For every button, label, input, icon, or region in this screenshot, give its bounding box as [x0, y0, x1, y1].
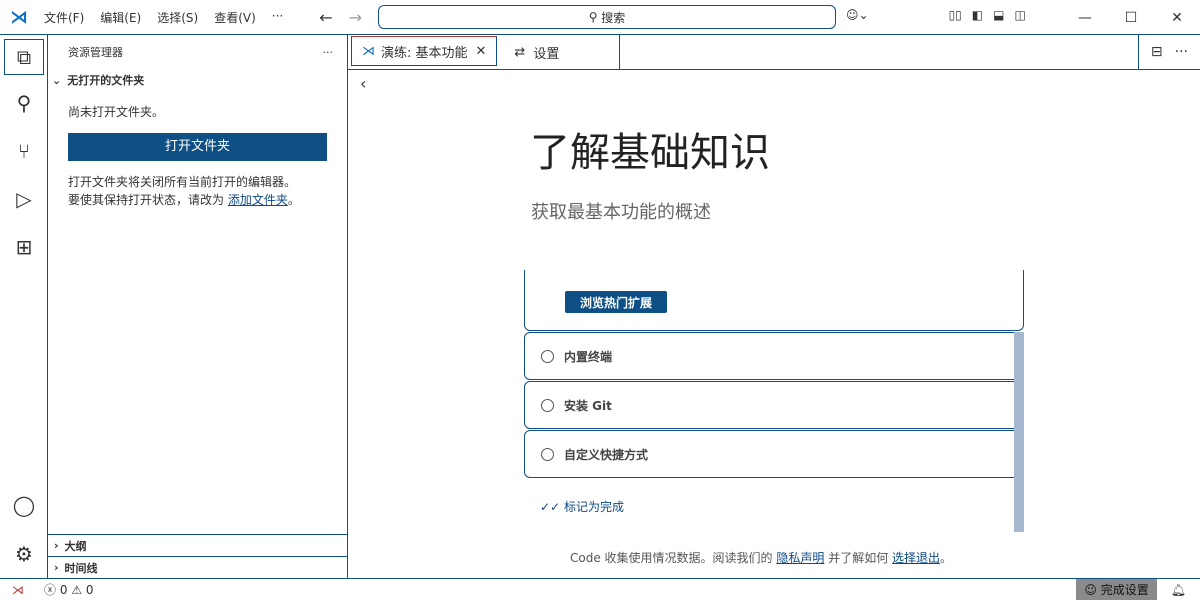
settings-icon: ⇄: [514, 45, 526, 60]
account-icon[interactable]: ◯: [0, 481, 48, 529]
forward-icon[interactable]: →: [349, 8, 362, 27]
chevron-right-icon: ›: [54, 539, 59, 552]
open-folder-button[interactable]: 打开文件夹: [68, 133, 327, 161]
run-debug-icon[interactable]: ▷: [0, 175, 48, 223]
explorer-icon[interactable]: ⧉: [4, 39, 44, 75]
vscode-icon: ⋊: [362, 43, 375, 59]
check-all-icon: ✓✓: [540, 500, 564, 514]
remote-icon[interactable]: ⋊: [0, 583, 36, 597]
copilot-icon: ☺: [1084, 582, 1097, 597]
activity-bar: ⧉ ⚲ ⑂ ▷ ⊞ ◯ ⚙: [0, 35, 48, 578]
settings-gear-icon[interactable]: ⚙: [0, 530, 48, 578]
privacy-link[interactable]: 隐私声明: [776, 551, 824, 565]
no-folder-text: 尚未打开文件夹。: [68, 105, 165, 119]
scrollbar[interactable]: [1014, 332, 1024, 532]
section-outline[interactable]: › 大纲: [48, 534, 347, 556]
warning-icon: ⚠: [71, 583, 83, 597]
menu-bar: 文件(F) 编辑(E) 选择(S) 查看(V) ···: [36, 9, 291, 26]
add-folder-link[interactable]: 添加文件夹: [228, 193, 288, 207]
tab-settings[interactable]: ⇄ 设置: [500, 35, 621, 70]
step-card-extensions: 浏览热门扩展: [524, 270, 1024, 331]
explorer-sidebar: 资源管理器 ··· ⌄ 无打开的文件夹 尚未打开文件夹。 打开文件夹 打开文件夹将关…: [48, 35, 348, 578]
mark-done-link[interactable]: ✓✓ 标记为完成: [540, 498, 624, 515]
split-editor-icon[interactable]: ⊟: [1151, 44, 1163, 60]
step-git[interactable]: 安装 Git: [524, 381, 1024, 429]
toggle-secondary-sidebar-icon[interactable]: ◫: [1014, 8, 1025, 22]
walkthrough-editor: ‹ 了解基础知识 获取最基本功能的概述 浏览热门扩展 内置终端 安装 Git 自…: [348, 70, 1200, 578]
back-chevron-icon[interactable]: ‹: [360, 74, 366, 93]
telemetry-footer: Code 收集使用情况数据。阅读我们的 隐私声明 并了解如何 选择退出。: [570, 551, 953, 565]
menu-selection[interactable]: 选择(S): [149, 9, 206, 26]
menu-more[interactable]: ···: [264, 9, 291, 26]
opt-out-link[interactable]: 选择退出: [892, 551, 940, 565]
complete-setup-button[interactable]: ☺ 完成设置: [1076, 579, 1157, 600]
toggle-panel-icon[interactable]: ⬓: [993, 8, 1004, 22]
copilot-icon[interactable]: ☺⌄: [846, 8, 869, 22]
menu-view[interactable]: 查看(V): [206, 9, 264, 26]
status-bar: ⋊ ⓧ 0 ⚠ 0 ☺ 完成设置 🔔︎: [0, 578, 1200, 600]
section-no-folder[interactable]: ⌄ 无打开的文件夹: [48, 69, 347, 91]
note-text: 打开文件夹将关闭所有当前打开的编辑器。: [68, 175, 297, 189]
close-button[interactable]: ✕: [1154, 0, 1200, 35]
vscode-logo-icon: ⋊: [10, 6, 28, 28]
editor-tabs: ⋊ 演练: 基本功能 ✕ ⇄ 设置 ⊟ ···: [348, 35, 1200, 70]
search-view-icon[interactable]: ⚲: [0, 79, 48, 127]
close-tab-icon[interactable]: ✕: [476, 44, 487, 59]
minimize-button[interactable]: —: [1062, 0, 1108, 35]
source-control-icon[interactable]: ⑂: [0, 127, 48, 175]
search-icon: ⚲: [588, 10, 602, 24]
problems-button[interactable]: ⓧ 0 ⚠ 0: [36, 581, 102, 598]
title-bar: ⋊ 文件(F) 编辑(E) 选择(S) 查看(V) ··· ← → ⚲ 搜索 ☺⌄…: [0, 0, 1200, 35]
page-title: 了解基础知识: [530, 130, 770, 176]
editor-more-icon[interactable]: ···: [1175, 44, 1188, 60]
radio-icon: [541, 447, 554, 461]
sidebar-title: 资源管理器: [68, 46, 123, 59]
radio-icon: [541, 398, 554, 412]
browse-extensions-button[interactable]: 浏览热门扩展: [565, 291, 667, 313]
sidebar-more-button[interactable]: ···: [323, 46, 334, 59]
menu-edit[interactable]: 编辑(E): [92, 9, 149, 26]
chevron-right-icon: ›: [54, 561, 59, 574]
maximize-button[interactable]: ☐: [1108, 0, 1154, 35]
error-icon: ⓧ: [44, 583, 57, 597]
page-subtitle: 获取最基本功能的概述: [531, 202, 711, 223]
toggle-sidebar-icon[interactable]: ◧: [972, 8, 983, 22]
search-input[interactable]: ⚲ 搜索: [378, 5, 836, 29]
chevron-down-icon: ⌄: [52, 73, 62, 87]
step-terminal[interactable]: 内置终端: [524, 332, 1024, 380]
customize-layout-icon[interactable]: ▯▯: [949, 8, 962, 22]
step-shortcuts[interactable]: 自定义快捷方式: [524, 430, 1024, 478]
menu-file[interactable]: 文件(F): [36, 9, 92, 26]
section-timeline[interactable]: › 时间线: [48, 556, 347, 578]
notifications-bell-icon[interactable]: 🔔︎: [1157, 583, 1200, 597]
extensions-icon[interactable]: ⊞: [0, 223, 48, 271]
radio-icon: [541, 349, 554, 363]
back-icon[interactable]: ←: [319, 8, 332, 27]
tab-walkthrough[interactable]: ⋊ 演练: 基本功能 ✕: [351, 36, 498, 66]
